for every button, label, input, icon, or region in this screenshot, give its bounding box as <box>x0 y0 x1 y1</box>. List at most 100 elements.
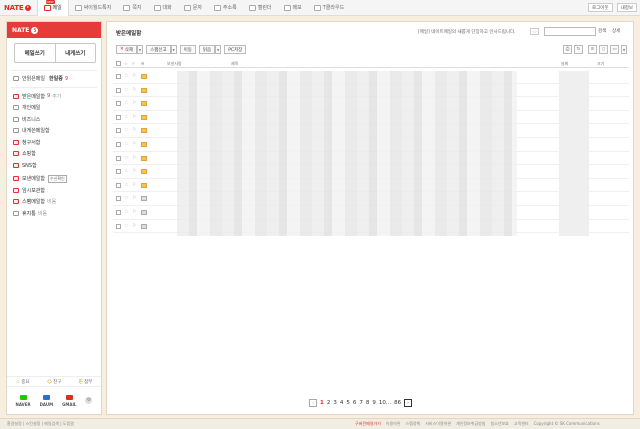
footer-settings-links[interactable]: 환경설정 | 스킨설정 | 메일검색 | 도움말 <box>7 421 74 427</box>
page-link[interactable]: 8 <box>366 400 370 406</box>
quick-filter-0[interactable]: ☆ 중요 <box>16 379 30 385</box>
page-link[interactable]: 6 <box>353 400 357 406</box>
footer-link[interactable]: 개인정보취급방침 <box>456 421 485 427</box>
flag-icon[interactable]: ⚐ <box>132 195 136 201</box>
sidebar-folder-3[interactable]: 내게쓴메일함 <box>13 125 95 137</box>
flag-icon[interactable]: ⚐ <box>132 223 136 229</box>
flag-icon[interactable]: ⚐ <box>132 209 136 215</box>
move-button[interactable]: 이동 <box>179 45 196 54</box>
flag-icon[interactable]: ⚐ <box>132 127 136 133</box>
sidebar-folder-8[interactable]: 임시보관함 <box>13 185 95 197</box>
sidebar-folder-1[interactable]: 개인메일 <box>13 102 95 114</box>
unread-mail-item[interactable]: 안읽은메일 한일증 9 <box>13 73 95 85</box>
my-info-button[interactable]: 내정보 <box>616 3 637 12</box>
flag-icon[interactable]: ⚐ <box>132 73 136 79</box>
nav-item-4[interactable]: 문자 <box>178 0 208 16</box>
mail-icon[interactable]: ✉ <box>141 61 144 66</box>
page-link[interactable]: 10... <box>379 400 391 406</box>
sidebar-folder-4[interactable]: 청구서함 <box>13 137 95 149</box>
star-icon[interactable]: ☆ <box>124 223 128 229</box>
row-checkbox[interactable] <box>116 223 121 229</box>
chevron-down-icon[interactable]: ▼ <box>137 45 144 54</box>
page-link[interactable]: 9 <box>372 400 376 406</box>
flag-icon[interactable]: ⚐ <box>132 141 136 147</box>
save-pc-button[interactable]: PC저장 <box>224 45 247 54</box>
footer-link[interactable]: 스팸정책 <box>406 421 421 427</box>
external-mail-0[interactable]: NAVER <box>15 394 31 407</box>
footer-link[interactable]: 이용약관 <box>386 421 401 427</box>
logout-button[interactable]: 로그아웃 <box>588 3 613 12</box>
column-size[interactable]: 크기 <box>597 61 604 67</box>
footer-link[interactable]: 구버전메일가기 <box>355 421 381 427</box>
nav-item-5[interactable]: 주소록 <box>208 0 243 16</box>
flag-icon[interactable]: ⚐ <box>132 182 136 188</box>
notice-text[interactable]: [메일] 네이트메일의 새롭게 단장하고 인사드립니다. <box>418 29 516 35</box>
flag-icon[interactable]: ⚐ <box>132 168 136 174</box>
nav-item-3[interactable]: 대화 <box>148 0 178 16</box>
page-link[interactable]: 3 <box>333 400 337 406</box>
gear-icon[interactable]: ⚙ <box>85 397 93 404</box>
row-checkbox[interactable] <box>116 210 121 215</box>
sidebar-folder-5[interactable]: 쇼핑함 <box>13 148 95 160</box>
sidebar-folder-10[interactable]: 휴지통 비움 <box>13 208 95 220</box>
column-sender[interactable]: 보낸사람 <box>167 61 182 67</box>
page-link[interactable]: 2 <box>327 400 331 406</box>
sidebar-folder-7[interactable]: 보낸메일함 수신확인 <box>13 173 95 185</box>
star-icon[interactable]: ☆ <box>124 114 128 120</box>
quick-filter-2[interactable]: ⎘ 첨부 <box>79 379 92 385</box>
detail-search-button[interactable]: 상세 <box>612 27 620 36</box>
sidebar-folder-9[interactable]: 스팸메일함 비움 <box>13 196 95 208</box>
star-icon[interactable]: ☆ <box>124 168 128 174</box>
read-receipt-badge[interactable]: 수신확인 <box>48 174 67 183</box>
notice-nav-button[interactable]: ‹ › <box>530 28 539 35</box>
flag-icon[interactable]: ⚐ <box>132 155 136 161</box>
search-button[interactable]: 검색 <box>598 27 606 36</box>
sidebar-folder-0[interactable]: 받은메일함 9 추가 <box>13 91 95 103</box>
star-icon[interactable]: ☆ <box>124 155 128 161</box>
sidebar-folder-2[interactable]: 비즈니스 <box>13 114 95 126</box>
row-checkbox[interactable] <box>116 169 121 175</box>
external-mail-2[interactable]: GMAIL <box>62 394 76 407</box>
row-checkbox[interactable] <box>116 196 121 202</box>
list-view-icon[interactable]: ≡ <box>588 45 597 54</box>
flag-icon[interactable]: ⚐ <box>132 114 136 120</box>
column-subject[interactable]: 제목 <box>231 61 238 67</box>
search-input[interactable] <box>544 27 596 36</box>
star-icon[interactable]: ☆ <box>124 87 128 93</box>
select-all-checkbox[interactable] <box>116 61 121 66</box>
row-checkbox[interactable] <box>116 128 121 134</box>
prev-page-button[interactable]: ‹ <box>309 399 317 407</box>
nav-item-8[interactable]: T클라우드 <box>308 0 350 16</box>
page-link[interactable]: 5 <box>346 400 350 406</box>
star-icon[interactable]: ☆ <box>124 182 128 188</box>
row-checkbox[interactable] <box>116 155 121 161</box>
split-view-icon[interactable]: ▯ <box>599 45 608 54</box>
nav-item-2[interactable]: 쪽지 <box>117 0 147 16</box>
row-checkbox[interactable] <box>116 101 121 107</box>
nate-logo[interactable]: NATE <box>0 0 37 16</box>
print-icon[interactable]: ⎙ <box>563 45 572 54</box>
page-link[interactable]: 7 <box>359 400 363 406</box>
quick-filter-1[interactable]: ☺ 친구 <box>47 379 61 385</box>
footer-link[interactable]: 서비스이용약관 <box>425 421 451 427</box>
write-to-me-button[interactable]: 내게쓰기 <box>54 44 96 62</box>
delete-button[interactable]: ✕ 삭제 <box>116 45 138 54</box>
external-mail-1[interactable]: DAUM <box>40 394 53 407</box>
chevron-down-icon[interactable]: ▼ <box>621 45 627 54</box>
row-checkbox[interactable] <box>116 142 121 147</box>
flag-icon[interactable]: ⚐ <box>132 87 136 93</box>
row-checkbox[interactable] <box>116 114 121 120</box>
nav-item-1[interactable]: 싸이월드톡지 <box>69 0 118 16</box>
flag-icon[interactable]: ⚐ <box>132 100 136 106</box>
row-checkbox[interactable] <box>116 87 121 93</box>
star-icon[interactable]: ☆ <box>124 73 128 79</box>
folder-action[interactable]: 비움 <box>47 198 56 205</box>
next-page-button[interactable]: › <box>404 399 413 407</box>
flag-icon[interactable]: ⚐ <box>132 61 136 66</box>
star-icon[interactable]: ☆ <box>124 141 128 147</box>
nav-item-7[interactable]: 메모 <box>278 0 308 16</box>
row-checkbox[interactable] <box>116 74 121 79</box>
page-link[interactable]: 4 <box>340 400 344 406</box>
footer-link[interactable]: 고객센터 <box>514 421 529 427</box>
chevron-down-icon[interactable]: ▼ <box>170 45 177 54</box>
